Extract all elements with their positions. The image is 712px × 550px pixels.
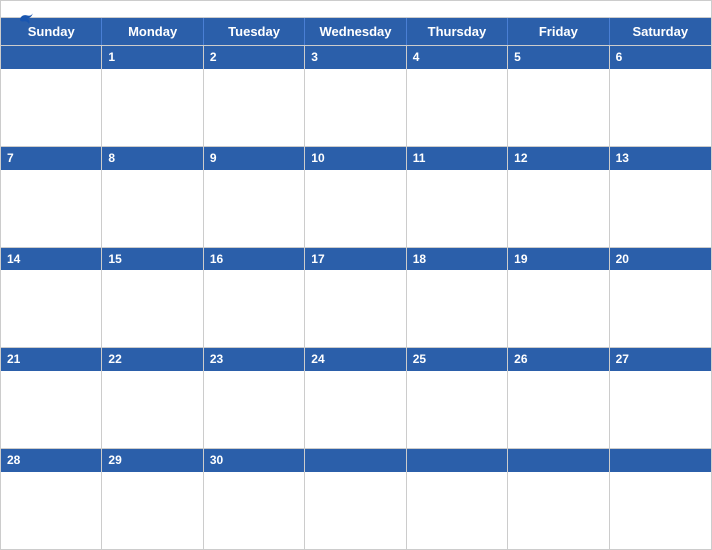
day-cell-3-1: 22 (102, 348, 203, 448)
day-number-9: 9 (204, 147, 304, 170)
day-number-14: 14 (1, 248, 101, 271)
day-cell-3-6: 27 (610, 348, 711, 448)
day-number-3: 3 (305, 46, 405, 69)
day-cell-4-1: 29 (102, 449, 203, 549)
day-cell-2-0: 14 (1, 248, 102, 348)
day-number-13: 13 (610, 147, 711, 170)
day-cell-1-2: 9 (204, 147, 305, 247)
day-cell-0-3: 3 (305, 46, 406, 146)
day-number-18: 18 (407, 248, 507, 271)
day-cell-2-4: 18 (407, 248, 508, 348)
day-cell-2-2: 16 (204, 248, 305, 348)
day-cell-2-6: 20 (610, 248, 711, 348)
header-thursday: Thursday (407, 18, 508, 45)
calendar-header (1, 1, 711, 17)
day-number-23: 23 (204, 348, 304, 371)
day-cell-3-0: 21 (1, 348, 102, 448)
weeks-container: 0123456789101112131415161718192021222324… (1, 45, 711, 549)
day-number-5: 5 (508, 46, 608, 69)
day-cell-2-5: 19 (508, 248, 609, 348)
week-row-5: 2829300000 (1, 448, 711, 549)
day-cell-4-3: 0 (305, 449, 406, 549)
day-cell-2-1: 15 (102, 248, 203, 348)
day-number-7: 7 (1, 147, 101, 170)
day-number-24: 24 (305, 348, 405, 371)
day-cell-3-3: 24 (305, 348, 406, 448)
week-row-4: 21222324252627 (1, 347, 711, 448)
day-cell-2-3: 17 (305, 248, 406, 348)
calendar-grid: Sunday Monday Tuesday Wednesday Thursday… (1, 17, 711, 549)
day-number-17: 17 (305, 248, 405, 271)
day-number-12: 12 (508, 147, 608, 170)
day-cell-1-5: 12 (508, 147, 609, 247)
day-cell-4-5: 0 (508, 449, 609, 549)
header-monday: Monday (102, 18, 203, 45)
logo (17, 11, 39, 29)
day-number-25: 25 (407, 348, 507, 371)
logo-bird-icon (17, 11, 35, 29)
day-cell-1-4: 11 (407, 147, 508, 247)
day-number-27: 27 (610, 348, 711, 371)
header-wednesday: Wednesday (305, 18, 406, 45)
week-row-2: 78910111213 (1, 146, 711, 247)
day-cell-1-1: 8 (102, 147, 203, 247)
day-number-11: 11 (407, 147, 507, 170)
day-cell-0-2: 2 (204, 46, 305, 146)
day-number-6: 6 (610, 46, 711, 69)
day-number-22: 22 (102, 348, 202, 371)
day-number-26: 26 (508, 348, 608, 371)
day-cell-3-5: 26 (508, 348, 609, 448)
day-number-28: 28 (1, 449, 101, 472)
day-cell-3-2: 23 (204, 348, 305, 448)
day-number-21: 21 (1, 348, 101, 371)
day-cell-1-6: 13 (610, 147, 711, 247)
day-cell-0-1: 1 (102, 46, 203, 146)
day-cell-4-2: 30 (204, 449, 305, 549)
day-cell-0-0: 0 (1, 46, 102, 146)
day-number-4: 4 (407, 46, 507, 69)
day-number-15: 15 (102, 248, 202, 271)
day-number-20: 20 (610, 248, 711, 271)
day-cell-1-0: 7 (1, 147, 102, 247)
day-cell-4-6: 0 (610, 449, 711, 549)
day-number-16: 16 (204, 248, 304, 271)
day-cell-4-0: 28 (1, 449, 102, 549)
day-cell-0-4: 4 (407, 46, 508, 146)
day-cell-1-3: 10 (305, 147, 406, 247)
header-tuesday: Tuesday (204, 18, 305, 45)
day-cell-0-5: 5 (508, 46, 609, 146)
day-cell-3-4: 25 (407, 348, 508, 448)
header-friday: Friday (508, 18, 609, 45)
calendar: Sunday Monday Tuesday Wednesday Thursday… (0, 0, 712, 550)
day-cell-0-6: 6 (610, 46, 711, 146)
header-saturday: Saturday (610, 18, 711, 45)
day-number-1: 1 (102, 46, 202, 69)
week-row-1: 0123456 (1, 45, 711, 146)
day-number-30: 30 (204, 449, 304, 472)
day-cell-4-4: 0 (407, 449, 508, 549)
day-number-29: 29 (102, 449, 202, 472)
day-number-10: 10 (305, 147, 405, 170)
week-row-3: 14151617181920 (1, 247, 711, 348)
day-headers-row: Sunday Monday Tuesday Wednesday Thursday… (1, 18, 711, 45)
day-number-8: 8 (102, 147, 202, 170)
day-number-19: 19 (508, 248, 608, 271)
day-number-2: 2 (204, 46, 304, 69)
